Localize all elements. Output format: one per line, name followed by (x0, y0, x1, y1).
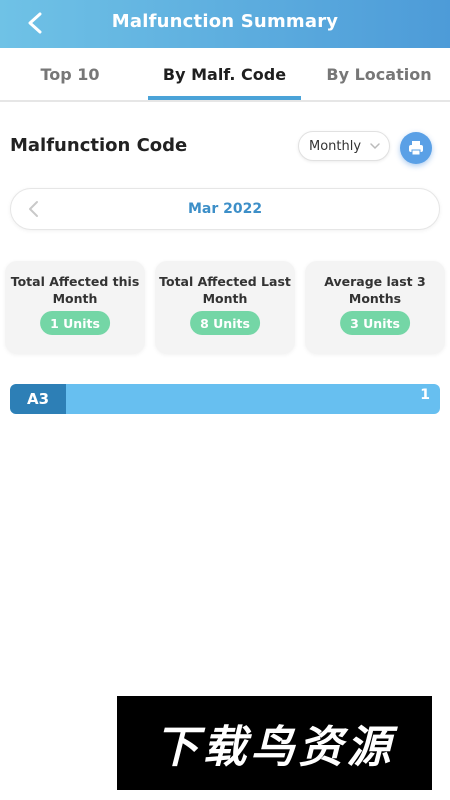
tab-by-location[interactable]: By Location (318, 48, 440, 100)
stat-card-label: Average last 3 Months (324, 274, 426, 306)
section-title: Malfunction Code (10, 135, 188, 156)
print-icon (409, 141, 423, 156)
watermark-text: 下载鸟资源 (154, 722, 395, 773)
month-label: Mar 2022 (187, 201, 263, 217)
tab-top-10[interactable]: Top 10 (10, 48, 130, 100)
tab-bar: Top 10 By Malf. Code By Location (0, 48, 450, 102)
chevron-down-icon (370, 143, 380, 150)
active-tab-indicator (148, 96, 301, 100)
period-select-value: Monthly (309, 138, 362, 154)
stat-card-value: 8 Units (190, 311, 260, 335)
period-select[interactable]: Monthly (298, 131, 390, 161)
stat-card-this-month: Total Affected this Month 1 Units (5, 261, 145, 354)
stat-card-last-month: Total Affected Last Month 8 Units (155, 261, 295, 354)
bar-count-value: 1 (420, 387, 430, 403)
malfunction-summary-screen: Malfunction Summary Top 10 By Malf. Code… (0, 0, 450, 800)
stat-card-value: 3 Units (340, 311, 410, 335)
bar-code-label: A3 (10, 384, 66, 414)
tab-by-malf-code[interactable]: By Malf. Code (148, 48, 301, 100)
page-title: Malfunction Summary (111, 11, 339, 32)
malfunction-code-bar[interactable]: A3 1 (10, 384, 440, 414)
stat-card-value: 1 Units (40, 311, 110, 335)
app-header: Malfunction Summary (0, 0, 450, 48)
stat-card-average-3-months: Average last 3 Months 3 Units (305, 261, 445, 354)
stat-card-label: Total Affected Last Month (159, 274, 291, 306)
stat-card-label: Total Affected this Month (10, 274, 140, 306)
month-navigator: Mar 2022 (10, 188, 440, 230)
watermark: 下载鸟资源 (117, 696, 432, 790)
print-button[interactable] (400, 132, 432, 164)
